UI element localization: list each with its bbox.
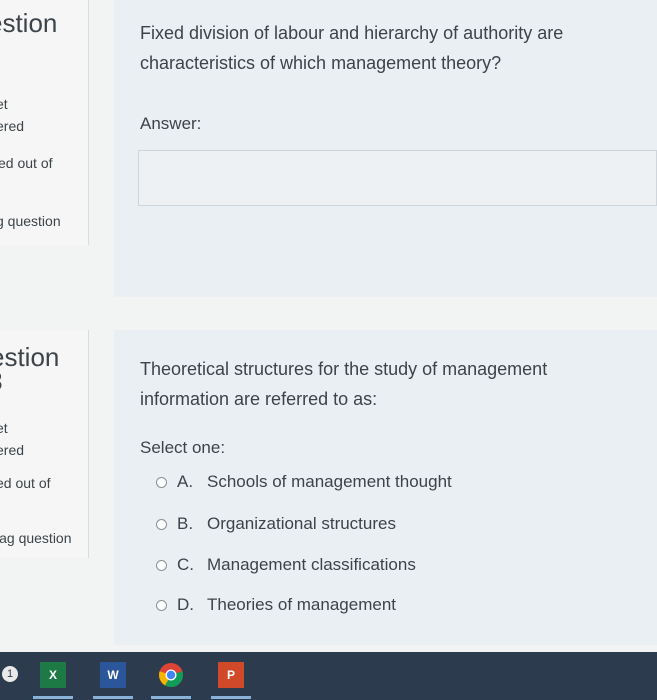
active-indicator xyxy=(93,696,133,699)
notification-badge[interactable]: 1 xyxy=(2,666,18,682)
powerpoint-glyph: P xyxy=(226,668,235,682)
option-d[interactable]: D. Theories of management xyxy=(156,595,396,615)
option-text: Management classifications xyxy=(207,555,416,574)
option-letter: D. xyxy=(177,595,194,614)
question-text: Theoretical structures for the study of … xyxy=(140,359,548,409)
active-indicator xyxy=(151,696,191,699)
word-icon[interactable]: W xyxy=(100,662,126,688)
question-number: 3 xyxy=(0,366,2,397)
answer-label: Answer: xyxy=(140,114,202,133)
flag-question-link[interactable]: lag question xyxy=(0,530,72,546)
powerpoint-icon[interactable]: P xyxy=(218,662,244,688)
question-marked: ed out of xyxy=(0,155,53,171)
question-title: estion xyxy=(0,342,60,372)
radio-button-icon[interactable] xyxy=(156,559,167,571)
chrome-logo xyxy=(159,663,183,687)
question-text: Fixed division of labour and hierarchy o… xyxy=(140,23,564,73)
question-title: estion xyxy=(0,8,58,38)
option-letter: B. xyxy=(177,514,194,533)
question-answered: ered xyxy=(0,442,25,458)
question-status: et xyxy=(0,420,8,436)
option-text: Organizational structures xyxy=(207,514,396,533)
radio-button-icon[interactable] xyxy=(156,518,167,530)
radio-button-icon[interactable] xyxy=(156,599,167,611)
answer-input[interactable] xyxy=(138,150,657,206)
chrome-icon[interactable] xyxy=(158,662,184,688)
radio-button-icon[interactable] xyxy=(156,476,167,488)
option-c[interactable]: C. Management classifications xyxy=(156,555,416,575)
option-text: Theories of management xyxy=(207,595,396,614)
excel-icon[interactable]: X xyxy=(40,662,66,688)
option-letter: A. xyxy=(177,472,194,491)
excel-glyph: X xyxy=(48,668,57,682)
select-one-label: Select one: xyxy=(140,438,226,457)
question-info-panel: estion 3 et ered ed out of lag question xyxy=(0,330,89,558)
option-text: Schools of management thought xyxy=(207,472,452,491)
question-content: Theoretical structures for the study of … xyxy=(114,330,657,645)
question-marked: ed out of xyxy=(0,475,51,491)
question-status: et xyxy=(0,96,8,112)
question-answered: ered xyxy=(0,118,25,134)
word-glyph: W xyxy=(107,668,119,682)
active-indicator xyxy=(211,696,251,699)
flag-question-link[interactable]: g question xyxy=(0,213,61,229)
active-indicator xyxy=(33,696,73,699)
question-info-panel: estion et ered ed out of g question xyxy=(0,0,89,245)
taskbar: 1 X W P xyxy=(0,652,657,700)
question-content: Fixed division of labour and hierarchy o… xyxy=(114,0,657,297)
option-letter: C. xyxy=(177,555,194,574)
option-a[interactable]: A. Schools of management thought xyxy=(156,472,452,492)
option-b[interactable]: B. Organizational structures xyxy=(156,514,396,534)
